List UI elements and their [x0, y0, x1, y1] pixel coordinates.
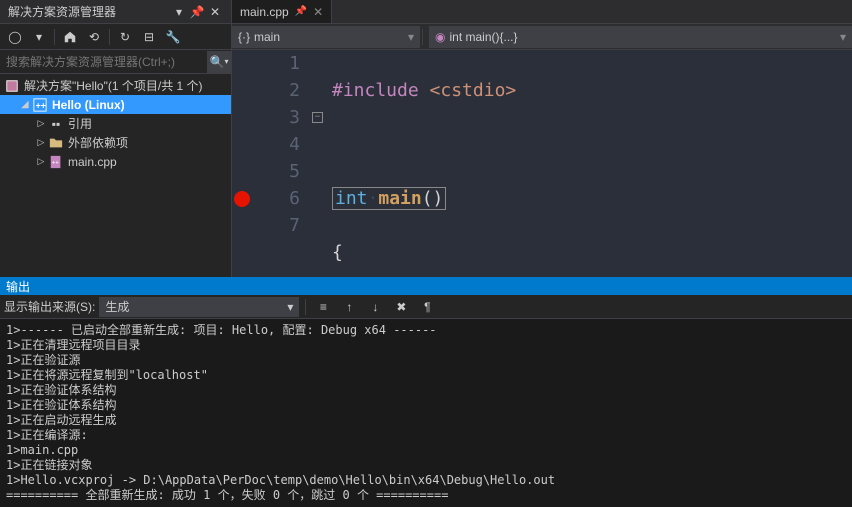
line-number: 7: [252, 212, 300, 239]
line-number: 2: [252, 77, 300, 104]
references-label: 引用: [68, 115, 92, 132]
clear-icon[interactable]: ✖: [390, 296, 412, 318]
output-title-bar[interactable]: 输出: [0, 277, 852, 295]
search-input[interactable]: [0, 55, 207, 69]
external-deps-node[interactable]: ▷ 外部依赖项: [0, 133, 231, 152]
separator: [305, 299, 306, 315]
expand-icon[interactable]: ◢: [18, 99, 32, 110]
func-label: int main(){...}: [449, 30, 517, 44]
scope-label: main: [254, 30, 280, 44]
line-gutter: 1 2 3 4 5 6 7: [252, 50, 312, 277]
collapse-icon[interactable]: ⊟: [138, 26, 160, 48]
project-icon: ++: [32, 98, 48, 112]
solution-label: 解决方案"Hello"(1 个项目/共 1 个): [24, 77, 203, 94]
output-text[interactable]: 1>------ 已启动全部重新生成: 项目: Hello, 配置: Debug…: [0, 319, 852, 507]
solution-node[interactable]: 解决方案"Hello"(1 个项目/共 1 个): [0, 76, 231, 95]
chevron-down-icon: ▾: [408, 30, 414, 44]
panel-titlebar: 解决方案资源管理器 ▾ 📌 ✕: [0, 0, 231, 24]
fold-gutter: −: [312, 50, 332, 277]
output-toolbar: 显示输出来源(S): 生成 ▾ ≡ ↑ ↓ ✖ ¶: [0, 295, 852, 319]
separator: [54, 29, 55, 45]
wrap-icon[interactable]: ¶: [416, 296, 438, 318]
nav-bar: {·} main ▾ ◉ int main(){...} ▾: [232, 24, 852, 50]
home-icon[interactable]: [59, 26, 81, 48]
code-editor: main.cpp 📌 ✕ {·} main ▾ ◉ int main(){...…: [232, 0, 852, 277]
output-from-label: 显示输出来源(S):: [4, 298, 95, 315]
separator: [109, 29, 110, 45]
scope-icon: {·}: [238, 30, 250, 44]
explorer-search: 🔍▾: [0, 50, 231, 74]
panel-dropdown-icon[interactable]: ▾: [171, 4, 187, 20]
line-number: 4: [252, 131, 300, 158]
breakpoint-gutter[interactable]: [232, 50, 252, 277]
file-node[interactable]: ▷ ++ main.cpp: [0, 152, 231, 171]
expand-icon[interactable]: ▷: [34, 118, 48, 129]
separator: [422, 29, 423, 45]
line-number: 5: [252, 158, 300, 185]
output-title: 输出: [6, 278, 30, 295]
line-number: 3: [252, 104, 300, 131]
properties-icon[interactable]: 🔧: [162, 26, 184, 48]
project-label: Hello (Linux): [52, 98, 125, 112]
chevron-down-icon: ▾: [287, 300, 293, 314]
next-icon[interactable]: ↓: [364, 296, 386, 318]
prev-icon[interactable]: ↑: [338, 296, 360, 318]
references-node[interactable]: ▷ ▪▪ 引用: [0, 114, 231, 133]
breakpoint-icon[interactable]: [234, 191, 250, 207]
references-icon: ▪▪: [48, 117, 64, 131]
external-label: 外部依赖项: [68, 134, 128, 151]
solution-explorer: 解决方案资源管理器 ▾ 📌 ✕ ◯ ▾ ⟲ ↻ ⊟ 🔧 🔍▾ 解决方案: [0, 0, 232, 277]
back-dd-icon[interactable]: ▾: [28, 26, 50, 48]
func-icon: ◉: [435, 30, 445, 44]
pin-icon[interactable]: 📌: [189, 4, 205, 20]
close-icon[interactable]: ✕: [313, 5, 323, 19]
scope-dropdown[interactable]: {·} main ▾: [232, 26, 420, 48]
file-label: main.cpp: [68, 155, 117, 169]
function-dropdown[interactable]: ◉ int main(){...} ▾: [429, 26, 852, 48]
solution-icon: [4, 79, 20, 93]
code-text[interactable]: #include <cstdio> int·main() { ····print…: [332, 50, 852, 277]
goto-line-icon[interactable]: ≡: [312, 296, 334, 318]
panel-title: 解决方案资源管理器: [8, 3, 171, 20]
project-node[interactable]: ◢ ++ Hello (Linux): [0, 95, 231, 114]
expand-icon[interactable]: ▷: [34, 137, 48, 148]
fold-icon[interactable]: −: [312, 112, 323, 123]
line-number: 1: [252, 50, 300, 77]
pin-icon[interactable]: 📌: [295, 6, 307, 17]
tab-main-cpp[interactable]: main.cpp 📌 ✕: [232, 0, 332, 23]
sync-icon[interactable]: ⟲: [83, 26, 105, 48]
tab-label: main.cpp: [240, 5, 289, 19]
editor-tabs: main.cpp 📌 ✕: [232, 0, 852, 24]
expand-icon[interactable]: ▷: [34, 156, 48, 167]
folder-icon: [48, 136, 64, 150]
svg-text:++: ++: [36, 100, 46, 110]
cpp-file-icon: ++: [48, 155, 64, 169]
refresh-icon[interactable]: ↻: [114, 26, 136, 48]
close-icon[interactable]: ✕: [207, 4, 223, 20]
line-number: 6: [252, 185, 300, 212]
output-source-value: 生成: [105, 298, 129, 315]
search-button[interactable]: 🔍▾: [207, 51, 231, 73]
solution-tree: 解决方案"Hello"(1 个项目/共 1 个) ◢ ++ Hello (Lin…: [0, 74, 231, 173]
code-area[interactable]: 1 2 3 4 5 6 7 − #include <cstdio> int·ma…: [232, 50, 852, 277]
output-panel: 显示输出来源(S): 生成 ▾ ≡ ↑ ↓ ✖ ¶ 1>------ 已启动全部…: [0, 295, 852, 507]
svg-text:++: ++: [52, 159, 60, 166]
explorer-toolbar: ◯ ▾ ⟲ ↻ ⊟ 🔧: [0, 24, 231, 50]
back-icon[interactable]: ◯: [4, 26, 26, 48]
output-source-dropdown[interactable]: 生成 ▾: [99, 297, 299, 317]
chevron-down-icon: ▾: [840, 30, 846, 44]
